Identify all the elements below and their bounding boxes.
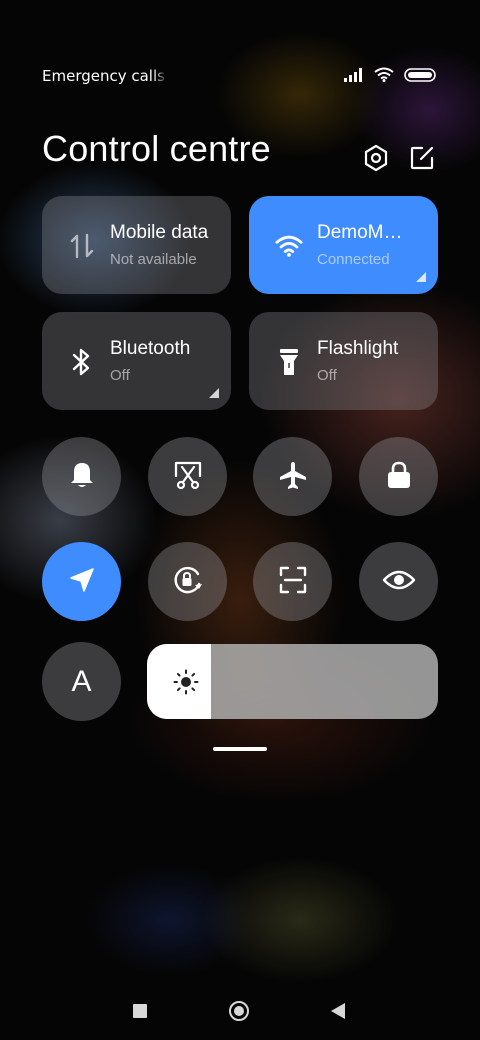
tile-subtitle: Off [317,367,337,384]
tile-subtitle: Not available [110,251,197,268]
toggle-location[interactable] [42,542,121,621]
settings-button[interactable] [361,144,391,176]
airplane-icon [278,460,308,494]
tile-title: Mobile data [110,222,209,243]
bell-icon [68,460,96,494]
tile-mobile-data[interactable]: Mobile data Not available [42,196,231,294]
expand-corner-icon [416,272,426,282]
wifi-icon [374,67,394,86]
status-icons [344,67,436,86]
home-icon[interactable] [229,1001,249,1021]
location-arrow-icon [68,566,96,598]
flashlight-icon [275,348,303,376]
tile-wifi[interactable]: DemoModeWiFi Connected [249,196,438,294]
panel-drag-handle[interactable] [213,747,267,751]
tile-title: Bluetooth [110,338,191,359]
status-carrier-text: Emergency calls only [42,67,168,85]
lock-icon [386,460,412,494]
toggle-lock-screen[interactable] [359,437,438,516]
tile-bluetooth[interactable]: Bluetooth Off [42,312,231,410]
auto-brightness-icon: A [71,664,92,698]
tile-subtitle: Off [110,367,130,384]
mobile-data-icon [68,232,96,260]
brightness-slider[interactable] [147,644,438,719]
toggle-scanner[interactable] [253,542,332,621]
toggle-rotation-lock[interactable] [148,542,227,621]
back-icon[interactable] [331,1003,345,1019]
tile-flashlight[interactable]: Flashlight Off [249,312,438,410]
toggle-screenshot[interactable] [148,437,227,516]
expand-corner-icon [209,388,219,398]
toggle-airplane-mode[interactable] [253,437,332,516]
edit-icon [409,145,435,175]
tile-title: Flashlight [317,338,399,359]
toggle-reading-mode[interactable] [359,542,438,621]
scissors-icon [173,460,203,494]
bluetooth-icon [68,348,96,376]
page-title: Control centre [42,128,271,169]
toggle-sound[interactable] [42,437,121,516]
toggle-auto-brightness[interactable]: A [42,642,121,721]
scan-icon [278,565,308,599]
rotation-lock-icon [171,563,205,601]
battery-icon [404,67,436,86]
recents-icon[interactable] [133,1004,147,1018]
signal-icon [344,67,364,86]
edit-button[interactable] [407,145,437,175]
tile-title: DemoModeWiFi [317,222,413,243]
sun-icon [173,669,199,695]
settings-icon [363,144,389,176]
tile-subtitle: Connected [317,251,390,268]
eye-icon [382,568,416,596]
wifi-icon [275,232,303,260]
